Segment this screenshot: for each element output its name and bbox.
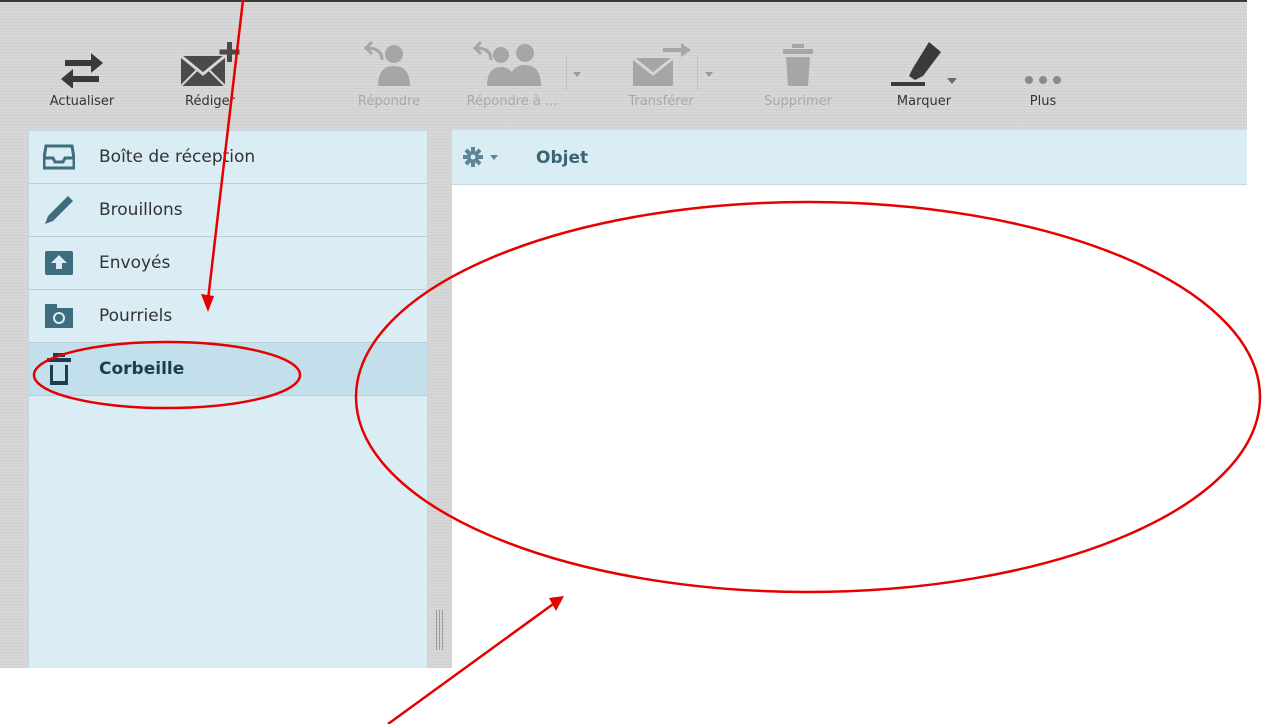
forward-dropdown-icon[interactable] bbox=[705, 72, 713, 77]
highlighter-icon bbox=[889, 38, 959, 88]
top-border bbox=[0, 0, 1247, 2]
reply-all-dropdown-separator bbox=[566, 55, 567, 90]
trash-can-icon bbox=[780, 38, 816, 88]
reply-all-icon bbox=[473, 38, 551, 88]
delete-label: Supprimer bbox=[764, 94, 832, 109]
reply-all-label: Répondre à ... bbox=[466, 94, 558, 109]
gear-icon bbox=[463, 147, 498, 167]
message-list: Objet bbox=[452, 130, 1247, 668]
folder-spam[interactable]: Pourriels bbox=[29, 290, 427, 343]
mark-label: Marquer bbox=[896, 94, 952, 109]
list-options-button[interactable] bbox=[462, 146, 512, 172]
forward-icon bbox=[629, 38, 693, 88]
folder-trash[interactable]: Corbeille bbox=[29, 343, 427, 396]
spam-icon bbox=[39, 296, 79, 336]
refresh-label: Actualiser bbox=[49, 94, 115, 109]
reply-label: Répondre bbox=[357, 94, 421, 109]
reply-icon bbox=[364, 38, 414, 88]
compose-button[interactable]: Rédiger bbox=[165, 38, 255, 118]
pencil-icon bbox=[39, 190, 79, 230]
folder-label: Pourriels bbox=[99, 306, 173, 326]
mail-app: Actualiser Rédiger Répondre Répondre à .… bbox=[0, 0, 1266, 668]
forward-button[interactable]: Transférer bbox=[612, 38, 710, 118]
folder-list: Boîte de réception Brouillons Envoyés Po… bbox=[28, 130, 428, 668]
folder-label: Boîte de réception bbox=[99, 147, 256, 167]
reply-button[interactable]: Répondre bbox=[340, 38, 438, 118]
compose-label: Rédiger bbox=[185, 94, 235, 109]
folder-inbox[interactable]: Boîte de réception bbox=[29, 131, 427, 184]
forward-dropdown-separator bbox=[697, 55, 698, 90]
forward-label: Transférer bbox=[628, 94, 694, 109]
trash-icon bbox=[39, 349, 79, 389]
window-edge bbox=[1247, 0, 1266, 668]
reply-all-dropdown-icon[interactable] bbox=[573, 72, 581, 77]
message-list-header: Objet bbox=[452, 130, 1247, 185]
refresh-button[interactable]: Actualiser bbox=[36, 38, 128, 118]
refresh-icon bbox=[59, 38, 105, 88]
folder-label: Corbeille bbox=[99, 359, 185, 379]
panel-splitter[interactable] bbox=[436, 610, 444, 650]
reply-all-button[interactable]: Répondre à ... bbox=[456, 38, 568, 118]
compose-icon bbox=[177, 38, 243, 88]
column-subject[interactable]: Objet bbox=[536, 148, 588, 168]
mark-button[interactable]: Marquer bbox=[883, 38, 965, 118]
more-button[interactable]: Plus bbox=[1010, 38, 1076, 118]
folder-label: Brouillons bbox=[99, 200, 183, 220]
inbox-icon bbox=[39, 137, 79, 177]
delete-button[interactable]: Supprimer bbox=[745, 38, 851, 118]
more-dots-icon bbox=[1023, 38, 1063, 88]
folder-label: Envoyés bbox=[99, 253, 171, 273]
more-label: Plus bbox=[1029, 94, 1057, 109]
folder-sent[interactable]: Envoyés bbox=[29, 237, 427, 290]
sent-icon bbox=[39, 243, 79, 283]
folder-drafts[interactable]: Brouillons bbox=[29, 184, 427, 237]
